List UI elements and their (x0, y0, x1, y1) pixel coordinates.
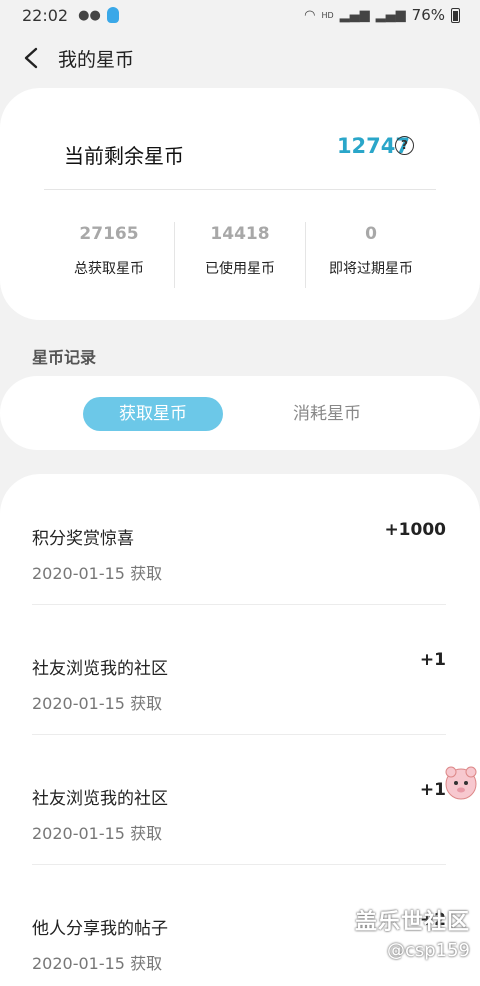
stat-label: 总获取星币 (74, 261, 144, 277)
list-item[interactable]: 社友浏览我的社区 2020-01-15 获取 +1 (32, 604, 446, 735)
notification-icons: ●● (78, 7, 119, 23)
back-button[interactable] (18, 43, 44, 73)
chevron-left-icon (24, 47, 38, 69)
record-amount: +1 (419, 650, 446, 670)
list-item[interactable]: 积分奖赏惊喜 2020-01-15 获取 +1000 (32, 474, 446, 605)
balance-row: 当前剩余星币 12747 ? (44, 88, 436, 190)
signal-4g-icon: ▂▄▆ (375, 7, 406, 23)
mascot-sticker-icon (445, 766, 477, 800)
stat-value: 0 (365, 224, 377, 244)
watermark: 盖乐世社区 @csp159 (355, 904, 470, 961)
tab-spent[interactable]: 消耗星币 (270, 397, 384, 431)
tab-earned[interactable]: 获取星币 (83, 397, 223, 431)
list-item[interactable]: 社友浏览我的社区 2020-01-15 获取 +1 (32, 734, 446, 865)
status-bar: 22:02 ●● ◠ HD ▂▄▆ ▂▄▆ 76% (0, 0, 480, 30)
balance-label: 当前剩余星币 (64, 144, 184, 168)
stat-total-earned: 27165 总获取星币 (44, 222, 174, 288)
page-title: 我的星币 (58, 48, 135, 71)
signal-4g-icon: ▂▄▆ (339, 7, 370, 23)
wifi-icon: ◠ (304, 7, 316, 23)
record-title: 他人分享我的帖子 (32, 919, 168, 939)
help-icon[interactable]: ? (395, 136, 414, 155)
record-tabs: 获取星币 消耗星币 (0, 376, 480, 450)
section-title: 星币记录 (32, 348, 97, 367)
qq-icon (106, 7, 119, 23)
stat-expiring: 0 即将过期星币 (305, 222, 436, 288)
stat-value: 14418 (210, 224, 270, 244)
stats-row: 27165 总获取星币 14418 已使用星币 0 即将过期星币 (44, 222, 436, 288)
battery-icon (451, 7, 460, 23)
record-title: 社友浏览我的社区 (32, 659, 168, 679)
watermark-title: 盖乐世社区 (354, 910, 470, 935)
hd-icon: HD (321, 10, 334, 20)
battery-percent: 76% (411, 6, 445, 24)
system-icons: ◠ HD ▂▄▆ ▂▄▆ 76% (304, 6, 460, 24)
status-time: 22:02 (22, 5, 69, 25)
balance-summary-card: 当前剩余星币 12747 ? 27165 总获取星币 14418 已使用星币 0… (0, 88, 480, 320)
record-date: 2020-01-15 获取 (32, 694, 163, 713)
app-bar: 我的星币 (0, 30, 480, 86)
watermark-handle: @csp159 (386, 940, 470, 961)
record-date: 2020-01-15 获取 (32, 954, 163, 973)
record-date: 2020-01-15 获取 (32, 564, 163, 583)
record-title: 社友浏览我的社区 (32, 789, 168, 809)
stat-value: 27165 (79, 224, 139, 244)
stat-used: 14418 已使用星币 (174, 222, 305, 288)
record-title: 积分奖赏惊喜 (32, 529, 134, 549)
record-amount: +1000 (384, 520, 446, 540)
wechat-icon: ●● (78, 7, 101, 23)
stat-label: 已使用星币 (205, 261, 275, 277)
stat-label: 即将过期星币 (329, 261, 413, 277)
record-date: 2020-01-15 获取 (32, 824, 163, 843)
